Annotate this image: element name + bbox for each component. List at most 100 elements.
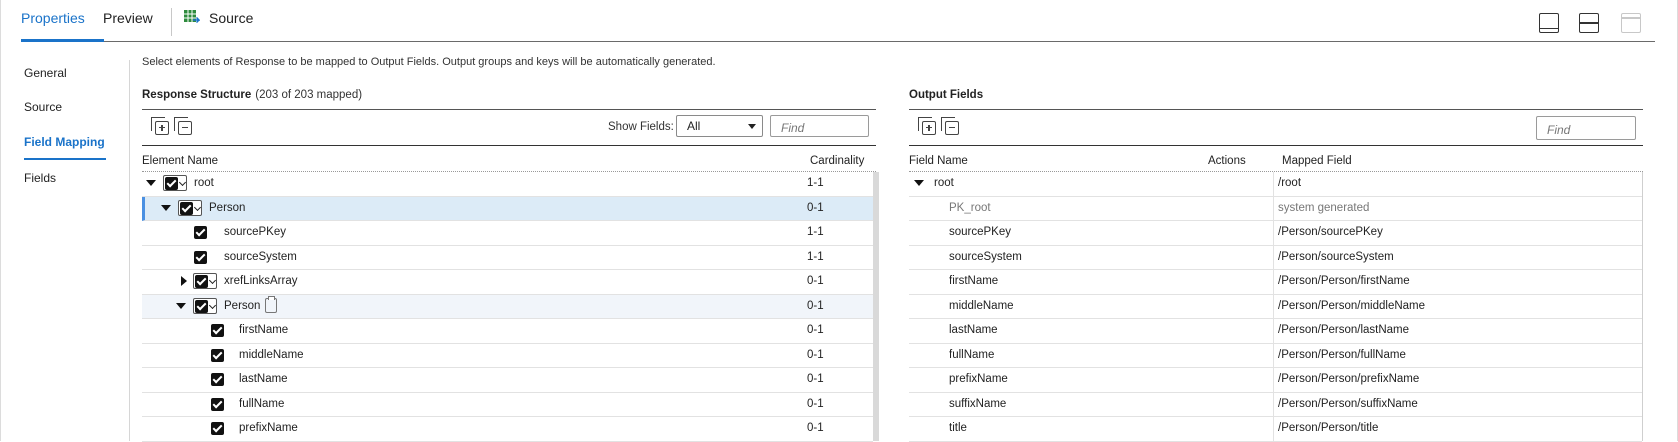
cardinality-value: 0-1 [807,201,824,214]
field-name: PK_root [949,201,991,214]
chevron-down-icon[interactable] [178,178,187,187]
checkbox-checked[interactable] [211,324,224,337]
table-row[interactable]: firstName 0-1 [142,319,873,344]
bottom-panel-icon[interactable] [1539,13,1559,33]
table-row[interactable]: Person 0-1 [142,196,873,221]
top-panel-icon [1621,13,1641,33]
col-field-name[interactable]: Field Name [909,155,968,167]
table-row[interactable]: lastName 0-1 [142,368,873,393]
table-row[interactable]: root 1-1 [142,172,873,197]
caret-down-icon[interactable] [914,180,924,186]
table-row[interactable]: middleName 0-1 [142,344,873,368]
table-row[interactable]: fullName/Person/Person/fullName [909,343,1642,368]
element-name: Person [224,299,261,312]
table-row[interactable]: lastName/Person/Person/lastName [909,319,1642,344]
mapped-field-value: /Person/Person/fullName [1278,348,1406,361]
checkbox-checked[interactable] [195,299,208,313]
cardinality-value: 0-1 [807,373,824,385]
table-row[interactable]: prefixName 0-1 [142,417,873,442]
select-checkbox-dropdown[interactable] [193,273,217,289]
table-row[interactable]: firstName/Person/Person/firstName [909,270,1642,295]
mapped-field-value: /Person/Person/title [1278,422,1379,434]
split-panel-icon[interactable] [1579,13,1599,33]
column-divider [1273,392,1274,416]
table-row[interactable]: title/Person/Person/title [909,417,1642,442]
checkbox-checked[interactable] [211,373,224,386]
show-fields-select[interactable]: All [676,115,763,137]
instruction-text: Select elements of Response to be mapped… [142,56,716,68]
caret-down-icon[interactable] [176,302,186,309]
column-divider [1273,343,1274,367]
tab-preview[interactable]: Preview [103,10,153,26]
response-title-label: Response Structure [142,89,252,101]
response-scrollbar[interactable] [873,172,879,441]
caret-down-icon[interactable] [161,204,171,211]
checkbox-checked[interactable] [211,397,224,411]
nav-active-indicator [24,158,106,160]
col-mapped-field[interactable]: Mapped Field [1282,155,1352,167]
checkbox-checked[interactable] [195,275,208,288]
nav-item-field-mapping[interactable]: Field Mapping [24,135,105,149]
tab-properties[interactable]: Properties [21,10,85,26]
select-checkbox-dropdown[interactable] [193,297,217,314]
checkbox-checked[interactable] [180,201,193,215]
element-name: firstName [239,324,289,336]
table-row[interactable]: sourcePKey/Person/sourcePKey [909,221,1642,246]
output-expand-all-icon[interactable] [918,117,936,135]
response-find-input[interactable] [770,115,869,137]
tab-source[interactable]: Source [209,10,253,26]
checkbox-checked[interactable] [165,177,178,190]
mapped-count: (203 of 203 mapped) [255,89,363,101]
table-row[interactable]: sourceSystem 1-1 [142,246,873,270]
nav-item-source[interactable]: Source [24,100,62,114]
output-header-rule [909,109,1643,110]
select-checkbox-dropdown[interactable] [178,199,202,216]
caret-down-icon[interactable] [146,180,156,186]
checkbox-checked[interactable] [211,422,224,435]
checkbox-checked[interactable] [211,348,224,362]
column-divider [1273,294,1274,318]
field-name: firstName [949,275,999,287]
output-find-input[interactable] [1536,116,1636,140]
output-toolbar-rule [909,145,1643,146]
field-name: suffixName [949,397,1007,410]
clipboard-icon[interactable] [265,295,277,313]
column-divider [1273,319,1274,343]
table-row[interactable]: middleName/Person/Person/middleName [909,294,1642,319]
table-row[interactable]: prefixName/Person/Person/prefixName [909,368,1642,393]
chevron-down-icon[interactable] [208,301,217,309]
column-divider [1273,196,1274,220]
col-element-name[interactable]: Element Name [142,155,218,167]
collapse-all-icon[interactable] [174,117,192,135]
caret-right-icon[interactable] [181,276,187,286]
cardinality-value: 0-1 [807,324,824,336]
table-row[interactable]: root/root [909,172,1642,197]
table-row[interactable]: PK_root system generated [909,196,1642,221]
table-row[interactable]: Person 0-1 [142,294,873,319]
table-row[interactable]: sourceSystem/Person/sourceSystem [909,245,1642,270]
table-row[interactable]: suffixName/Person/Person/suffixName [909,392,1642,417]
table-row[interactable]: fullName 0-1 [142,393,873,417]
output-collapse-all-icon[interactable] [941,117,959,135]
chevron-down-icon[interactable] [193,203,202,211]
mapped-field-value: /Person/Person/prefixName [1278,373,1420,385]
table-row[interactable]: sourcePKey 1-1 [142,221,873,246]
expand-all-icon[interactable] [151,117,169,135]
response-structure-title: Response Structure (203 of 203 mapped) [142,89,362,101]
nav-item-general[interactable]: General [24,66,67,80]
field-name: fullName [949,348,995,361]
chevron-down-icon[interactable] [208,276,217,285]
checkbox-checked[interactable] [194,226,207,239]
top-tab-bar: Properties Preview Source [21,0,1655,42]
checkbox-checked[interactable] [194,250,207,264]
nav-item-fields[interactable]: Fields [24,171,56,185]
col-cardinality[interactable]: Cardinality [810,155,864,167]
column-divider [1273,172,1274,196]
column-divider [1273,245,1274,269]
table-row[interactable]: xrefLinksArray 0-1 [142,270,873,295]
cardinality-value: 0-1 [807,422,824,434]
show-fields-label: Show Fields: [608,121,674,133]
select-checkbox-dropdown[interactable] [163,175,187,191]
field-name: title [949,422,967,434]
column-divider [1273,368,1274,392]
